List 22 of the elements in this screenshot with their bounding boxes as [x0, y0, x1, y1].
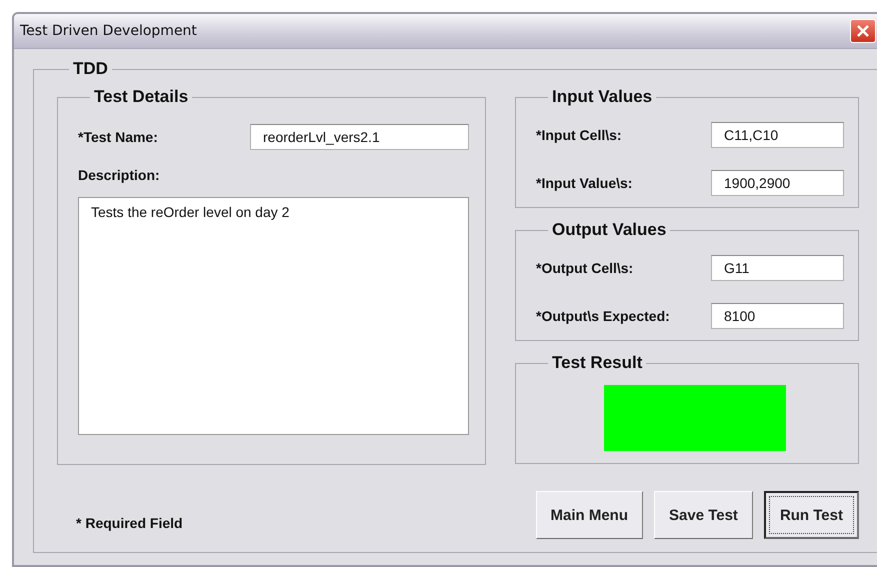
description-field[interactable]: Tests the reOrder level on day 2 [78, 197, 469, 435]
text-field[interactable]: 8100 [711, 303, 844, 329]
text-field[interactable]: reorderLvl_vers2.1 [250, 124, 469, 150]
field-label: *Input Value\s: [536, 175, 632, 191]
field-label: *Output Cell\s: [536, 260, 634, 276]
text-field[interactable]: 1900,2900 [711, 170, 844, 196]
window-title: Test Driven Development [20, 23, 197, 39]
field-label: Description: [78, 167, 161, 183]
field-label: *Test Name: [78, 129, 158, 145]
text-field[interactable]: C11,C10 [711, 122, 844, 148]
group-title: Output Values [551, 220, 668, 240]
dialog-button[interactable]: Run Test [764, 491, 859, 539]
group-title: Test Details [93, 87, 190, 107]
group-title: Test Result [551, 353, 644, 373]
dialog-button[interactable]: Main Menu [536, 491, 643, 539]
field-label: *Output\s Expected: [536, 308, 670, 324]
text-field[interactable]: G11 [711, 255, 844, 281]
required-note: * Required Field [76, 515, 183, 531]
group-title: TDD [72, 59, 109, 79]
group-title: Input Values [551, 87, 654, 107]
dialog-button[interactable]: Save Test [654, 491, 753, 539]
field-label: *Input Cell\s: [536, 127, 622, 143]
